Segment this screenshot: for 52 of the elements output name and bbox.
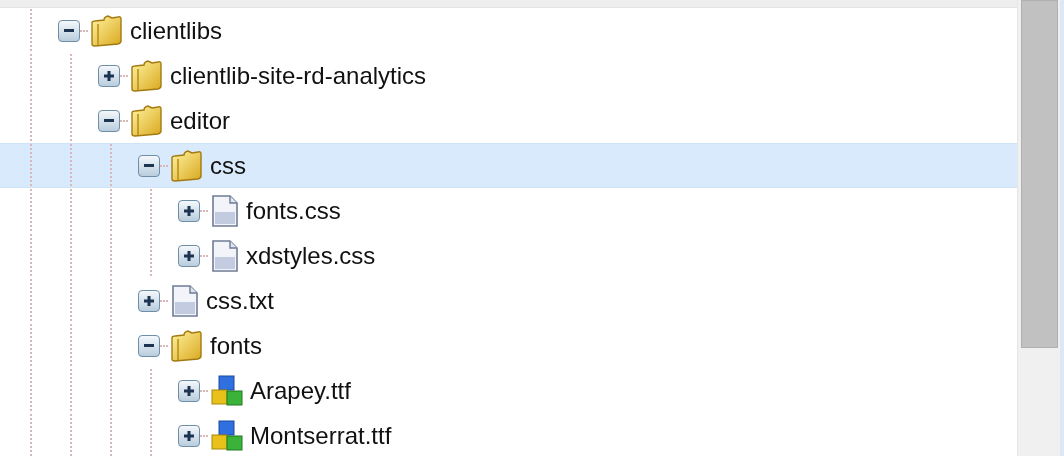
document-icon xyxy=(210,193,240,228)
node-label[interactable]: css.txt xyxy=(206,286,274,315)
plus-icon xyxy=(144,295,154,306)
folder-icon xyxy=(170,149,204,182)
expand-toggle[interactable] xyxy=(178,244,200,267)
minus-icon xyxy=(144,344,154,347)
node-label[interactable]: fonts.css xyxy=(246,196,341,225)
node-label[interactable]: fonts xyxy=(210,331,263,360)
node-label[interactable]: editor xyxy=(170,106,231,135)
collapse-toggle[interactable] xyxy=(58,19,80,42)
folder-icon xyxy=(90,14,124,47)
collapse-toggle[interactable] xyxy=(138,334,160,357)
expand-toggle[interactable] xyxy=(178,199,200,222)
expand-toggle[interactable] xyxy=(98,64,120,87)
expand-toggle[interactable] xyxy=(138,289,160,312)
plus-icon xyxy=(184,205,194,216)
node-label[interactable]: clientlib-site-rd-analytics xyxy=(170,61,427,90)
tree-row[interactable]: css.txt xyxy=(0,278,1017,323)
tree-row[interactable]: fonts.css xyxy=(0,188,1017,233)
collapse-toggle[interactable] xyxy=(98,109,120,132)
tree-row[interactable]: clientlibs xyxy=(0,8,1017,53)
cubes-icon xyxy=(210,418,244,453)
plus-icon xyxy=(104,70,114,81)
node-label[interactable]: Arapey.ttf xyxy=(250,376,351,405)
collapse-toggle[interactable] xyxy=(138,154,160,177)
tree-row[interactable]: fonts xyxy=(0,323,1017,368)
tree-row[interactable]: xdstyles.css xyxy=(0,233,1017,278)
cubes-icon xyxy=(210,373,244,408)
tree-row[interactable]: editor xyxy=(0,98,1017,143)
plus-icon xyxy=(184,250,194,261)
folder-icon xyxy=(170,329,204,362)
node-label[interactable]: xdstyles.css xyxy=(246,241,376,270)
expand-toggle[interactable] xyxy=(178,379,200,402)
document-icon xyxy=(170,283,200,318)
minus-icon xyxy=(64,29,74,32)
node-label[interactable]: Montserrat.ttf xyxy=(250,421,392,450)
plus-icon xyxy=(184,385,194,396)
folder-icon xyxy=(130,104,164,137)
document-icon xyxy=(210,238,240,273)
node-label[interactable]: clientlibs xyxy=(130,16,223,45)
minus-icon xyxy=(144,164,154,167)
tree-row[interactable]: css xyxy=(0,143,1017,188)
expand-toggle[interactable] xyxy=(178,424,200,447)
node-label[interactable]: css xyxy=(210,151,246,180)
folder-icon xyxy=(130,59,164,92)
tree-row[interactable]: Arapey.ttf xyxy=(0,368,1017,413)
scrollbar-thumb[interactable] xyxy=(1021,0,1058,348)
minus-icon xyxy=(104,119,114,122)
tree-row[interactable]: Montserrat.ttf xyxy=(0,413,1017,456)
tree-row[interactable]: clientlib-site-rd-analytics xyxy=(0,53,1017,98)
plus-icon xyxy=(184,430,194,441)
scrollbar[interactable] xyxy=(1017,0,1064,456)
